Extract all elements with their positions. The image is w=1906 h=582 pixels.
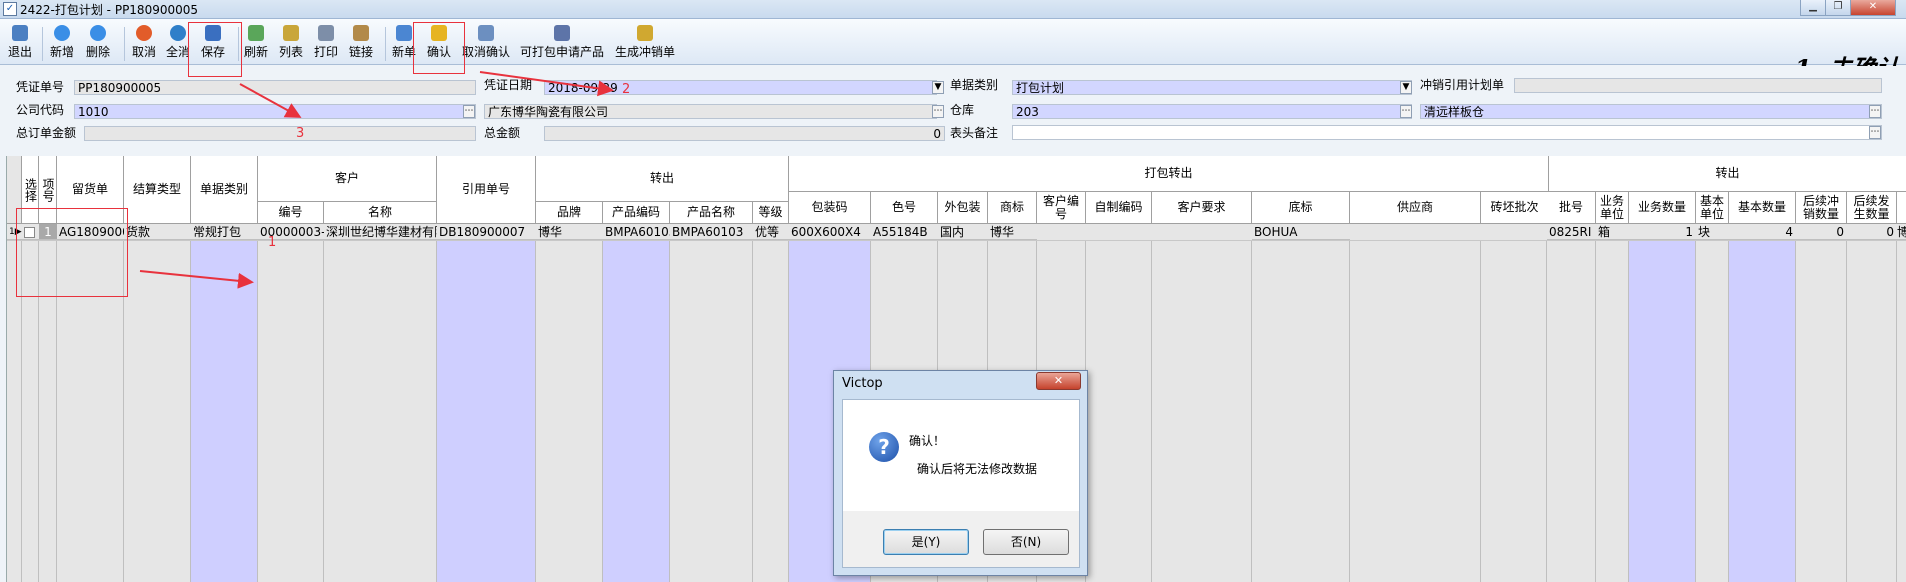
dialog-footer: 是(Y) 否(N) [842,511,1080,568]
confirm-dialog: Victop ✕ ? 确认！ 确认后将无法修改数据 是(Y) 否(N) [833,370,1088,576]
question-icon: ? [869,432,899,462]
dialog-title: Victop [842,376,883,391]
annotation-arrow [479,71,614,97]
dialog-message: 确认后将无法修改数据 [917,462,1038,476]
dialog-body: ? 确认！ 确认后将无法修改数据 [842,399,1080,512]
no-button[interactable]: 否(N) [983,529,1069,555]
close-icon[interactable]: ✕ [1036,372,1081,390]
dialog-message-title: 确认！ [909,434,946,448]
annotation-arrow [239,83,302,118]
yes-button[interactable]: 是(Y) [883,529,969,555]
annotation-arrow [139,270,254,289]
